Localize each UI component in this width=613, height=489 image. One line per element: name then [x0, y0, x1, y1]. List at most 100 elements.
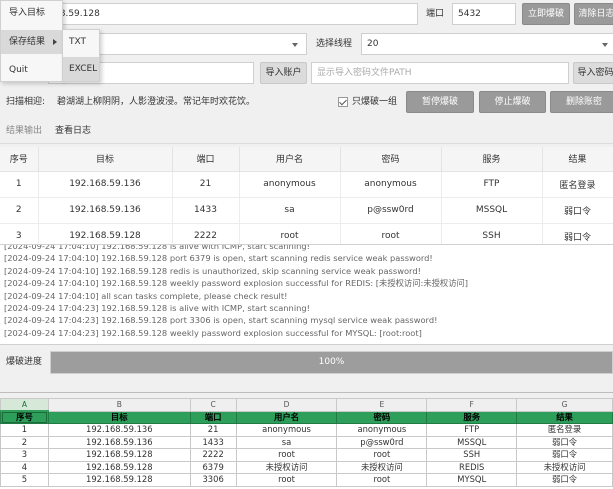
tab-view-log[interactable]: 查看日志	[55, 120, 91, 142]
delete-credentials-button[interactable]: 删除账密	[550, 91, 613, 113]
results-header-row: 序号 目标 端口 用户名 密码 服务 结果	[0, 147, 613, 172]
excel-header-row: 序号 目标 端口 用户名 密码 服务 结果	[0, 410, 613, 424]
excel-cell[interactable]: 3306	[189, 473, 237, 487]
excel-cell[interactable]: 21	[189, 423, 237, 437]
excel-row: 1 192.168.59.136 21 anonymous anonymous …	[0, 423, 613, 437]
pause-button[interactable]: 暂停爆破	[406, 91, 474, 113]
progress-text: 100%	[318, 357, 345, 367]
menu-item-save-results-label: 保存结果	[9, 37, 46, 47]
excel-cell[interactable]: MYSQL	[426, 473, 518, 487]
excel-col-letter[interactable]: E	[336, 398, 428, 412]
excel-cell[interactable]: 匿名登录	[516, 423, 613, 437]
excel-cell[interactable]: 192.168.59.136	[47, 423, 191, 437]
excel-col-letter[interactable]: F	[426, 398, 518, 412]
log-line: [2024-09-24 17:04:10] all scan tasks com…	[4, 290, 288, 301]
excel-cell[interactable]: 弱口令	[516, 448, 613, 462]
menu-item-save-results[interactable]: 保存结果	[1, 30, 62, 54]
excel-row: 4 192.168.59.128 6379 未授权访问 未授权访问 REDIS …	[0, 460, 613, 474]
excel-header-cell[interactable]: 服务	[426, 410, 518, 424]
table-cell: MSSQL	[441, 197, 543, 224]
excel-cell[interactable]: 1	[0, 423, 49, 437]
port-input-value: 5432	[458, 9, 481, 19]
stop-button[interactable]: 停止爆破	[479, 91, 546, 113]
excel-cell[interactable]: root	[235, 473, 338, 487]
chevron-right-icon	[53, 39, 57, 45]
excel-cell[interactable]: anonymous	[235, 423, 338, 437]
progress-bar: 100%	[50, 351, 613, 374]
excel-cell[interactable]: p@ssw0rd	[336, 435, 428, 449]
submenu-item-txt[interactable]: TXT	[63, 30, 99, 54]
excel-cell[interactable]: MSSQL	[426, 435, 518, 449]
excel-cell[interactable]: 192.168.59.128	[47, 460, 191, 474]
tab-result-output[interactable]: 结果输出	[6, 120, 42, 142]
excel-col-letter[interactable]: G	[516, 398, 613, 412]
excel-cell[interactable]: 弱口令	[516, 435, 613, 449]
menu-item-quit[interactable]: Quit	[1, 58, 62, 82]
excel-cell[interactable]: FTP	[426, 423, 518, 437]
table-cell: 匿名登录	[542, 171, 613, 198]
log-output[interactable]: [2024-09-24 17:04:10] 192.168.59.128 is …	[0, 244, 613, 345]
excel-cell[interactable]: 192.168.59.128	[47, 473, 191, 487]
excel-header-cell[interactable]: 序号	[0, 410, 49, 424]
table-cell: sa	[239, 197, 341, 224]
column-header[interactable]: 端口	[172, 147, 240, 172]
excel-cell[interactable]: 192.168.59.128	[47, 448, 191, 462]
excel-cell[interactable]: 未授权访问	[516, 460, 613, 474]
window-bottom-divider	[0, 392, 613, 393]
excel-col-letter[interactable]: C	[189, 398, 237, 412]
table-row[interactable]: 2 192.168.59.136 1433 sa p@ssw0rd MSSQL …	[0, 197, 613, 224]
excel-col-letter[interactable]: A	[0, 398, 49, 412]
excel-header-cell[interactable]: 端口	[189, 410, 237, 424]
excel-header-cell[interactable]: 用户名	[235, 410, 338, 424]
password-path-input[interactable]: 显示导入密码文件PATH	[311, 62, 569, 84]
log-line: [2024-09-24 17:04:23] 192.168.59.128 is …	[4, 303, 310, 314]
excel-header-cell[interactable]: 结果	[516, 410, 613, 424]
menu-item-import-target[interactable]: 导入目标	[1, 1, 62, 25]
excel-cell[interactable]: root	[336, 473, 428, 487]
excel-cell[interactable]: root	[235, 448, 338, 462]
excel-cell[interactable]: SSH	[426, 448, 518, 462]
log-line: [2024-09-24 17:04:10] 192.168.59.128 is …	[4, 244, 310, 251]
column-header[interactable]: 密码	[340, 147, 442, 172]
excel-cell[interactable]: sa	[235, 435, 338, 449]
table-cell: anonymous	[239, 171, 341, 198]
excel-cell[interactable]: 4	[0, 460, 49, 474]
column-header[interactable]: 用户名	[239, 147, 341, 172]
column-header[interactable]: 序号	[0, 147, 39, 172]
excel-cell[interactable]: 弱口令	[516, 473, 613, 487]
column-header[interactable]: 目标	[38, 147, 173, 172]
excel-cell[interactable]: 5	[0, 473, 49, 487]
target-input[interactable]: 58.59.128	[48, 3, 418, 25]
import-password-button[interactable]: 导入密码	[573, 62, 613, 84]
excel-cell[interactable]: 3	[0, 448, 49, 462]
excel-header-cell[interactable]: 密码	[336, 410, 428, 424]
attack-now-button[interactable]: 立即爆破	[522, 3, 570, 25]
excel-cell[interactable]: 1433	[189, 435, 237, 449]
only-one-checkbox[interactable]	[338, 97, 348, 107]
clear-log-button[interactable]: 清除日志	[574, 3, 613, 25]
excel-col-letter[interactable]: B	[47, 398, 191, 412]
excel-col-letter[interactable]: D	[235, 398, 338, 412]
excel-cell[interactable]: 192.168.59.136	[47, 435, 191, 449]
table-row[interactable]: 1 192.168.59.136 21 anonymous anonymous …	[0, 171, 613, 198]
excel-cell[interactable]: 未授权访问	[235, 460, 338, 474]
table-cell: 192.168.59.136	[38, 197, 173, 224]
submenu-item-excel[interactable]: EXCEL	[63, 57, 99, 81]
excel-cell[interactable]: root	[336, 448, 428, 462]
excel-cell[interactable]: 6379	[189, 460, 237, 474]
excel-preview: A B C D E F G 序号 目标 端口 用户名 密码 服务 结果 1 19…	[0, 398, 613, 489]
excel-cell[interactable]: REDIS	[426, 460, 518, 474]
column-header[interactable]: 结果	[542, 147, 613, 172]
excel-cell[interactable]: anonymous	[336, 423, 428, 437]
excel-header-cell[interactable]: 目标	[47, 410, 191, 424]
excel-cell[interactable]: 2	[0, 435, 49, 449]
import-account-button[interactable]: 导入账户	[260, 62, 307, 84]
excel-row: 5 192.168.59.128 3306 root root MYSQL 弱口…	[0, 473, 613, 487]
thread-select[interactable]: 20	[361, 33, 613, 55]
save-results-submenu: TXT EXCEL	[62, 29, 100, 82]
table-cell: p@ssw0rd	[340, 197, 442, 224]
column-header[interactable]: 服务	[441, 147, 543, 172]
excel-cell[interactable]: 2222	[189, 448, 237, 462]
port-input[interactable]: 5432	[452, 3, 516, 25]
excel-cell[interactable]: 未授权访问	[336, 460, 428, 474]
